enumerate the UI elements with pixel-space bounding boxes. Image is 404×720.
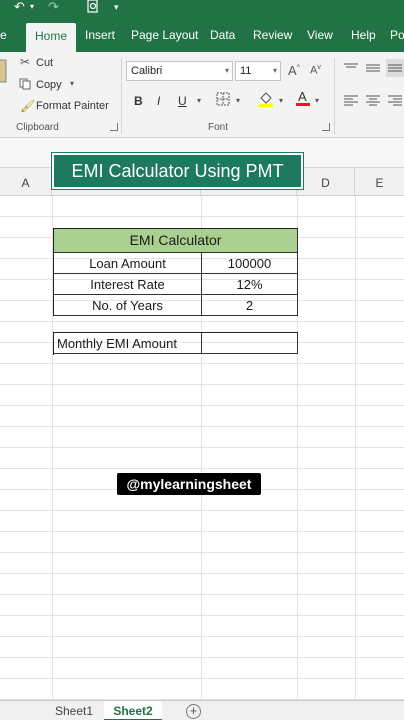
ribbon-tabs: e Home Insert Page Layout Data Review Vi… <box>0 18 404 52</box>
cut-icon[interactable]: ✂ <box>20 55 30 69</box>
sheet-tab-sheet2[interactable]: Sheet2 <box>104 701 162 720</box>
tab-data[interactable]: Data <box>210 18 235 52</box>
interest-rate-label[interactable]: Interest Rate <box>54 274 202 295</box>
underline-button[interactable]: U <box>178 94 187 108</box>
svg-text:A: A <box>298 89 307 104</box>
print-preview-icon[interactable] <box>86 0 100 18</box>
tab-review[interactable]: Review <box>253 18 292 52</box>
font-name-dropdown-icon[interactable]: ▾ <box>225 62 229 80</box>
monthly-emi-label[interactable]: Monthly EMI Amount <box>54 333 202 354</box>
font-name-box[interactable]: Calibri ▾ <box>126 61 233 81</box>
undo-icon[interactable]: ↶ <box>14 0 25 18</box>
cut-button[interactable]: Cut <box>36 57 53 69</box>
font-color-dropdown-icon[interactable]: ▾ <box>315 96 319 105</box>
copy-button[interactable]: Copy <box>36 79 62 91</box>
title-bar: ↶ ▾ ↷ ▾ <box>0 0 404 18</box>
add-sheet-button[interactable]: + <box>186 704 201 719</box>
copy-dropdown-icon[interactable]: ▾ <box>70 79 74 88</box>
clipboard-group-label: Clipboard <box>16 122 59 133</box>
tab-page-layout[interactable]: Page Layout <box>131 18 198 52</box>
font-size-value: 11 <box>240 65 252 77</box>
column-header-a[interactable]: A <box>0 168 52 196</box>
column-header-d[interactable]: D <box>297 168 355 196</box>
format-painter-button[interactable]: Format Painter <box>36 100 109 112</box>
title-banner: EMI Calculator Using PMT <box>52 153 303 189</box>
clipboard-dialog-launcher-icon[interactable] <box>110 123 118 131</box>
fill-color-dropdown-icon[interactable]: ▾ <box>279 96 283 105</box>
loan-amount-value[interactable]: 100000 <box>202 253 298 274</box>
redo-icon[interactable]: ↷ <box>48 0 59 18</box>
format-painter-icon[interactable]: 🖌 <box>20 99 35 113</box>
tab-view[interactable]: View <box>307 18 333 52</box>
years-value[interactable]: 2 <box>202 295 298 316</box>
tab-help[interactable]: Help <box>351 18 376 52</box>
italic-button[interactable]: I <box>157 94 160 108</box>
align-right-icon[interactable] <box>388 94 402 109</box>
interest-rate-value[interactable]: 12% <box>202 274 298 295</box>
tab-insert[interactable]: Insert <box>85 18 115 52</box>
bold-button[interactable]: B <box>134 94 143 108</box>
group-separator <box>121 58 122 134</box>
sheet-tab-sheet1[interactable]: Sheet1 <box>48 701 100 720</box>
align-left-icon[interactable] <box>344 94 358 109</box>
font-name-value: Calibri <box>131 65 163 77</box>
increase-font-size-icon[interactable]: A^ <box>288 63 300 78</box>
column-header-e[interactable]: E <box>355 168 404 196</box>
tab-partial[interactable]: Po <box>390 18 404 52</box>
decrease-font-size-icon[interactable]: Av <box>310 64 321 77</box>
font-dialog-launcher-icon[interactable] <box>322 123 330 131</box>
monthly-emi-value[interactable] <box>202 333 298 354</box>
font-size-box[interactable]: 11 ▾ <box>235 61 281 81</box>
copy-icon[interactable] <box>19 78 31 93</box>
font-color-icon[interactable]: A <box>296 89 310 110</box>
font-group-label: Font <box>208 122 229 133</box>
underline-dropdown-icon[interactable]: ▾ <box>197 96 201 105</box>
loan-amount-label[interactable]: Loan Amount <box>54 253 202 274</box>
emi-table: EMI Calculator Loan Amount 100000 Intere… <box>53 228 298 316</box>
watermark-label: @mylearningsheet <box>117 473 261 495</box>
group-separator <box>334 58 335 134</box>
customize-toolbar-icon[interactable]: ▾ <box>114 0 119 18</box>
fill-color-icon[interactable] <box>258 90 274 111</box>
tab-file[interactable]: e <box>0 18 7 52</box>
ribbon-home: ✂ Cut Copy ▾ 🖌 Format Painter Clipboard … <box>0 52 404 138</box>
align-top-icon[interactable] <box>344 62 358 77</box>
paste-icon[interactable] <box>0 58 8 87</box>
borders-icon[interactable] <box>216 92 230 109</box>
undo-dropdown-icon[interactable]: ▾ <box>30 0 34 18</box>
align-center-icon[interactable] <box>366 94 380 109</box>
borders-dropdown-icon[interactable]: ▾ <box>236 96 240 105</box>
tab-home[interactable]: Home <box>26 23 77 52</box>
years-label[interactable]: No. of Years <box>54 295 202 316</box>
font-size-dropdown-icon[interactable]: ▾ <box>273 62 277 80</box>
sheet-tab-bar: Sheet1 Sheet2 + <box>0 700 404 720</box>
align-bottom-icon[interactable] <box>386 59 404 77</box>
align-middle-icon[interactable] <box>366 62 380 77</box>
emi-result-row: Monthly EMI Amount <box>53 332 298 355</box>
emi-table-header[interactable]: EMI Calculator <box>54 229 298 253</box>
gridline <box>355 196 356 700</box>
